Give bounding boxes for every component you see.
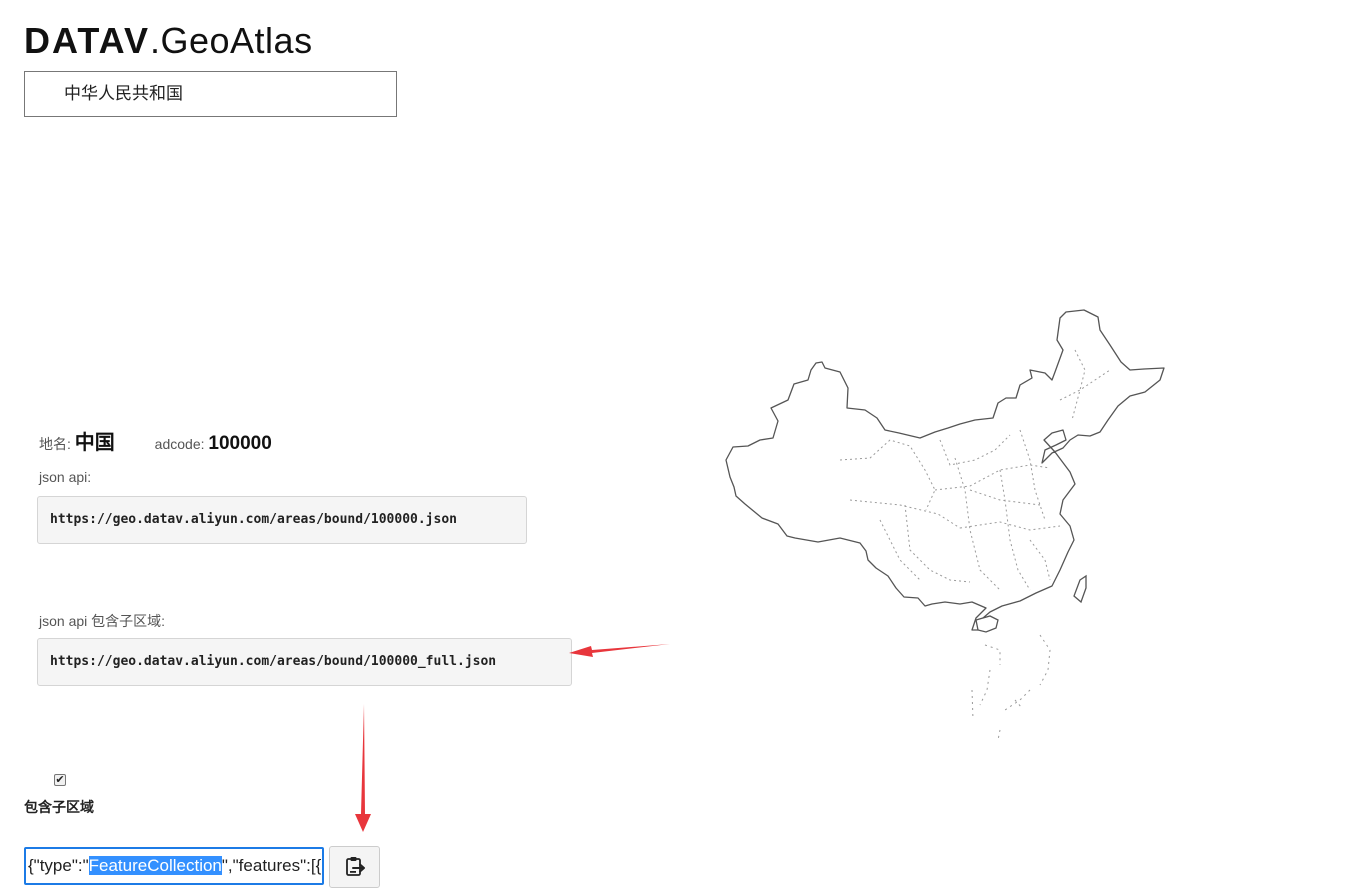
json-suffix: ","features":[{ [221,856,322,875]
json-selected-text: FeatureCollection [88,856,222,875]
region-select[interactable]: 中华人民共和国 [24,71,397,117]
arrow-pointing-down [355,704,371,832]
name-value: 中国 [74,432,115,454]
region-info: 地名: 中国 adcode: 100000 [39,426,272,454]
json-api-label: json api: [39,469,92,485]
json-api-full-label: json api 包含子区域: [39,613,166,629]
clipboard-icon [345,857,365,876]
china-map[interactable] [700,290,1180,750]
south-sea-islands [971,634,1051,741]
arrow-pointing-left [569,644,670,657]
logo-brand: DATAV [24,20,150,61]
name-label: 地名: [39,436,71,452]
adcode-label: adcode: [154,436,205,452]
json-prefix: {"type":" [28,856,89,875]
include-children-checkbox[interactable]: ✔ [54,774,66,786]
json-api-full-url[interactable]: https://geo.datav.aliyun.com/areas/bound… [37,638,572,686]
json-api-url[interactable]: https://geo.datav.aliyun.com/areas/bound… [37,496,527,544]
copy-button[interactable] [329,846,380,888]
hainan-island [975,615,999,633]
datav-logo[interactable]: DATAV.GeoAtlas [24,20,313,62]
taiwan-island [1073,574,1087,604]
adcode-value: 100000 [208,433,272,454]
china-outline [725,309,1165,631]
logo-product: .GeoAtlas [149,20,313,61]
include-children-label: 包含子区域 [24,799,94,815]
json-output-field[interactable]: {"type":"FeatureCollection","features":[… [24,847,324,885]
page: DATAV.GeoAtlas 中华人民共和国 地名: 中国 adcode: 10… [0,0,1361,895]
